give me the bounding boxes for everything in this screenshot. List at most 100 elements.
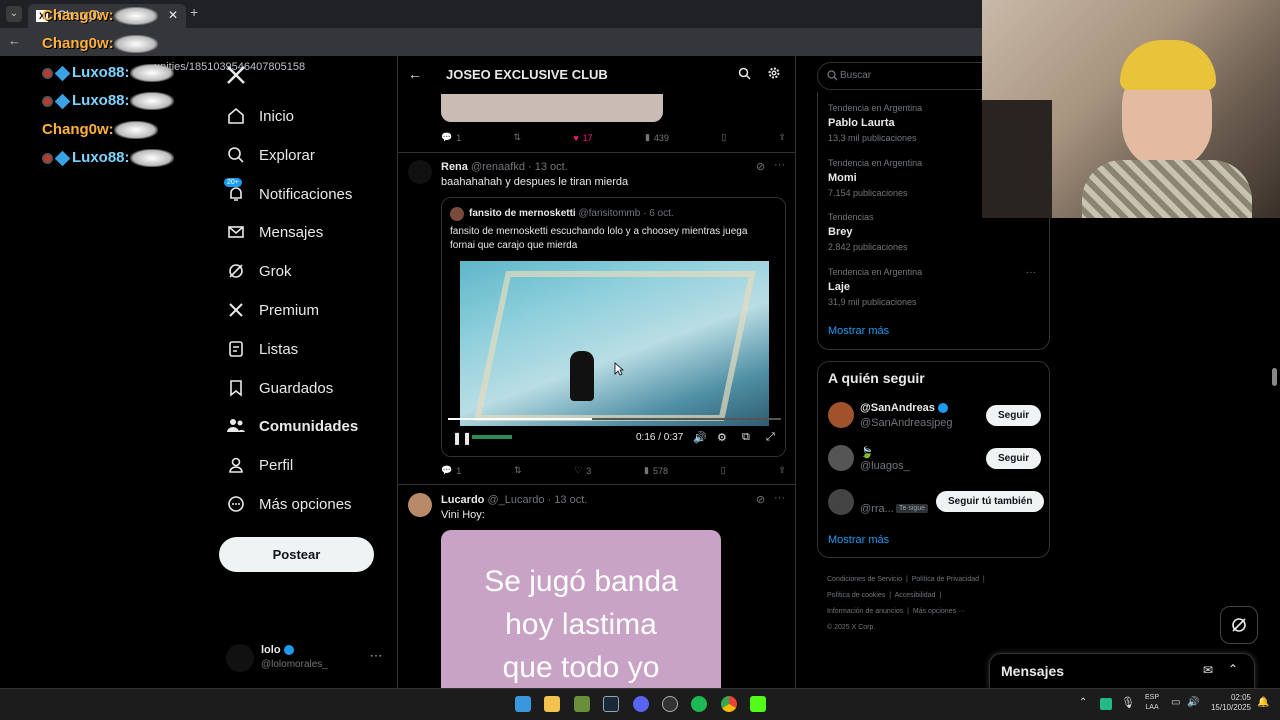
- chevron-up-icon[interactable]: ⌃: [1228, 662, 1238, 676]
- share-icon[interactable]: ⇪: [778, 465, 786, 476]
- new-tab-button[interactable]: +: [190, 4, 198, 20]
- nav-notifications[interactable]: 20+ Notificaciones: [224, 176, 352, 212]
- webcam-person-hat: [1120, 40, 1216, 90]
- messages-drawer[interactable]: Mensajes ✉ ⌃: [989, 653, 1255, 689]
- tray-app-icon[interactable]: [1100, 698, 1112, 710]
- views-button[interactable]: ▮ 578: [644, 465, 668, 476]
- more-dots-icon[interactable]: ···: [370, 648, 382, 662]
- scrollbar-thumb[interactable]: [1272, 368, 1277, 386]
- show-more-link[interactable]: Mostrar más: [828, 325, 889, 337]
- like-button[interactable]: ♥ 17: [573, 132, 592, 143]
- nav-premium[interactable]: Premium: [226, 292, 319, 328]
- chrome-icon[interactable]: [721, 696, 737, 712]
- language-indicator[interactable]: ESP LAA: [1145, 693, 1159, 713]
- nav-more-options[interactable]: Más opciones: [226, 486, 352, 522]
- file-explorer-icon[interactable]: [544, 696, 560, 712]
- gear-icon[interactable]: [767, 66, 781, 80]
- clock[interactable]: 02:05 15/10/2025: [1205, 693, 1251, 713]
- windows-start-icon[interactable]: [515, 696, 531, 712]
- views-button[interactable]: ▮ 439: [645, 132, 669, 143]
- volume-bar[interactable]: [472, 435, 512, 439]
- reply-button[interactable]: 💬 1: [441, 132, 461, 143]
- pause-icon[interactable]: ❚❚: [452, 431, 472, 445]
- back-arrow-icon[interactable]: ←: [408, 66, 422, 82]
- bookmark-icon[interactable]: ▯: [721, 132, 726, 143]
- post-text: baahahahah y despues le tiran mierda: [441, 176, 629, 188]
- post-image[interactable]: [441, 94, 663, 122]
- app-icon[interactable]: [574, 696, 590, 712]
- trend-item[interactable]: Tendencia en Argentina Laje 31,9 mil publi…: [828, 267, 922, 307]
- footer-link[interactable]: Más opciones ···: [913, 608, 965, 615]
- footer-link[interactable]: Condiciones de Servicio: [827, 576, 902, 583]
- video-time: 0:16 / 0:37: [636, 432, 684, 443]
- trend-item[interactable]: Tendencias Brey 2.842 publicaciones: [828, 212, 908, 252]
- volume-icon[interactable]: 🔊: [693, 431, 707, 444]
- more-dots-icon[interactable]: ···: [1026, 267, 1036, 278]
- follow-button[interactable]: Seguir: [986, 405, 1042, 426]
- author-name[interactable]: Lucardo: [441, 494, 484, 506]
- nav-lists[interactable]: Listas: [226, 331, 298, 367]
- video-progress-track[interactable]: [448, 418, 781, 420]
- nav-home[interactable]: Inicio: [226, 98, 294, 134]
- avatar[interactable]: [828, 445, 854, 471]
- obs-icon[interactable]: [662, 696, 678, 712]
- new-message-icon[interactable]: ✉: [1203, 663, 1213, 677]
- spotify-icon[interactable]: [691, 696, 707, 712]
- nav-profile[interactable]: Perfil: [226, 447, 293, 483]
- network-icon[interactable]: ▭: [1171, 697, 1180, 708]
- volume-icon[interactable]: 🔊: [1187, 697, 1199, 708]
- fullscreen-icon[interactable]: ⤢: [766, 431, 775, 444]
- share-icon[interactable]: ⇪: [778, 132, 786, 143]
- avatar[interactable]: [408, 160, 432, 184]
- like-button[interactable]: ♡ 3: [574, 465, 591, 476]
- show-more-link[interactable]: Mostrar más: [828, 534, 889, 546]
- user-name[interactable]: @SanAndreas: [860, 402, 948, 414]
- follow-button[interactable]: Seguir: [986, 448, 1042, 469]
- discord-icon[interactable]: [633, 696, 649, 712]
- footer-link[interactable]: Política de cookies: [827, 592, 885, 599]
- messages-title: Mensajes: [1001, 663, 1065, 679]
- webcam-overlay: [982, 0, 1280, 218]
- nav-communities[interactable]: Comunidades: [226, 408, 358, 444]
- follow-back-button[interactable]: Seguir tú también: [936, 491, 1045, 512]
- trend-item[interactable]: Tendencia en Argentina Pablo Laurta 13,3 m…: [828, 103, 922, 143]
- video-player[interactable]: ❚❚ 0:16 / 0:37 🔊 ⚙ ⧉ ⤢: [442, 261, 785, 456]
- kick-icon[interactable]: [750, 696, 766, 712]
- back-icon[interactable]: ←: [8, 33, 21, 48]
- microphone-icon[interactable]: 🎙: [1121, 696, 1135, 709]
- grok-icon[interactable]: ⊘: [756, 493, 765, 506]
- nav-grok[interactable]: Grok: [226, 253, 292, 289]
- notification-bell-icon[interactable]: 🔔: [1257, 697, 1269, 708]
- steam-icon[interactable]: [603, 696, 619, 712]
- repost-button[interactable]: ⇅: [514, 465, 522, 476]
- avatar[interactable]: [408, 493, 432, 517]
- avatar[interactable]: [828, 489, 854, 515]
- footer-link[interactable]: Información de anuncios: [827, 608, 903, 615]
- pip-icon[interactable]: ⧉: [742, 431, 750, 444]
- reply-button[interactable]: 💬 1: [441, 465, 461, 476]
- close-tab-icon[interactable]: ✕: [168, 8, 178, 22]
- tab-list-button[interactable]: ⌄: [6, 6, 22, 22]
- account-switcher[interactable]: lolo @lolomorales_ ···: [226, 642, 386, 676]
- chevron-up-icon[interactable]: ⌃: [1079, 697, 1087, 708]
- more-dots-icon[interactable]: ···: [774, 159, 785, 171]
- author-name[interactable]: Rena: [441, 161, 468, 173]
- settings-icon[interactable]: ⚙: [717, 431, 727, 444]
- nav-bookmarks[interactable]: Guardados: [226, 370, 333, 406]
- trend-item[interactable]: Tendencia en Argentina Momi 7.154 publicac…: [828, 158, 922, 198]
- avatar[interactable]: [828, 402, 854, 428]
- post-image[interactable]: Se jugó banda hoy lastima que todo yo: [441, 530, 721, 688]
- nav-messages[interactable]: Mensajes: [226, 214, 323, 250]
- bookmark-icon[interactable]: ▯: [721, 465, 726, 476]
- footer-link[interactable]: Accesibilidad: [895, 592, 936, 599]
- nav-explore[interactable]: Explorar: [226, 137, 315, 173]
- footer-link[interactable]: Política de Privacidad: [912, 576, 979, 583]
- grok-float-button[interactable]: [1220, 606, 1258, 644]
- more-dots-icon[interactable]: ···: [774, 492, 785, 504]
- grok-icon[interactable]: ⊘: [756, 160, 765, 173]
- x-logo-icon[interactable]: [226, 65, 246, 85]
- quoted-post[interactable]: fansito de mernosketti @fansitommb · 6 o…: [441, 197, 786, 457]
- search-icon[interactable]: [738, 67, 751, 80]
- post-button[interactable]: Postear: [219, 537, 374, 572]
- repost-button[interactable]: ⇅: [514, 132, 522, 143]
